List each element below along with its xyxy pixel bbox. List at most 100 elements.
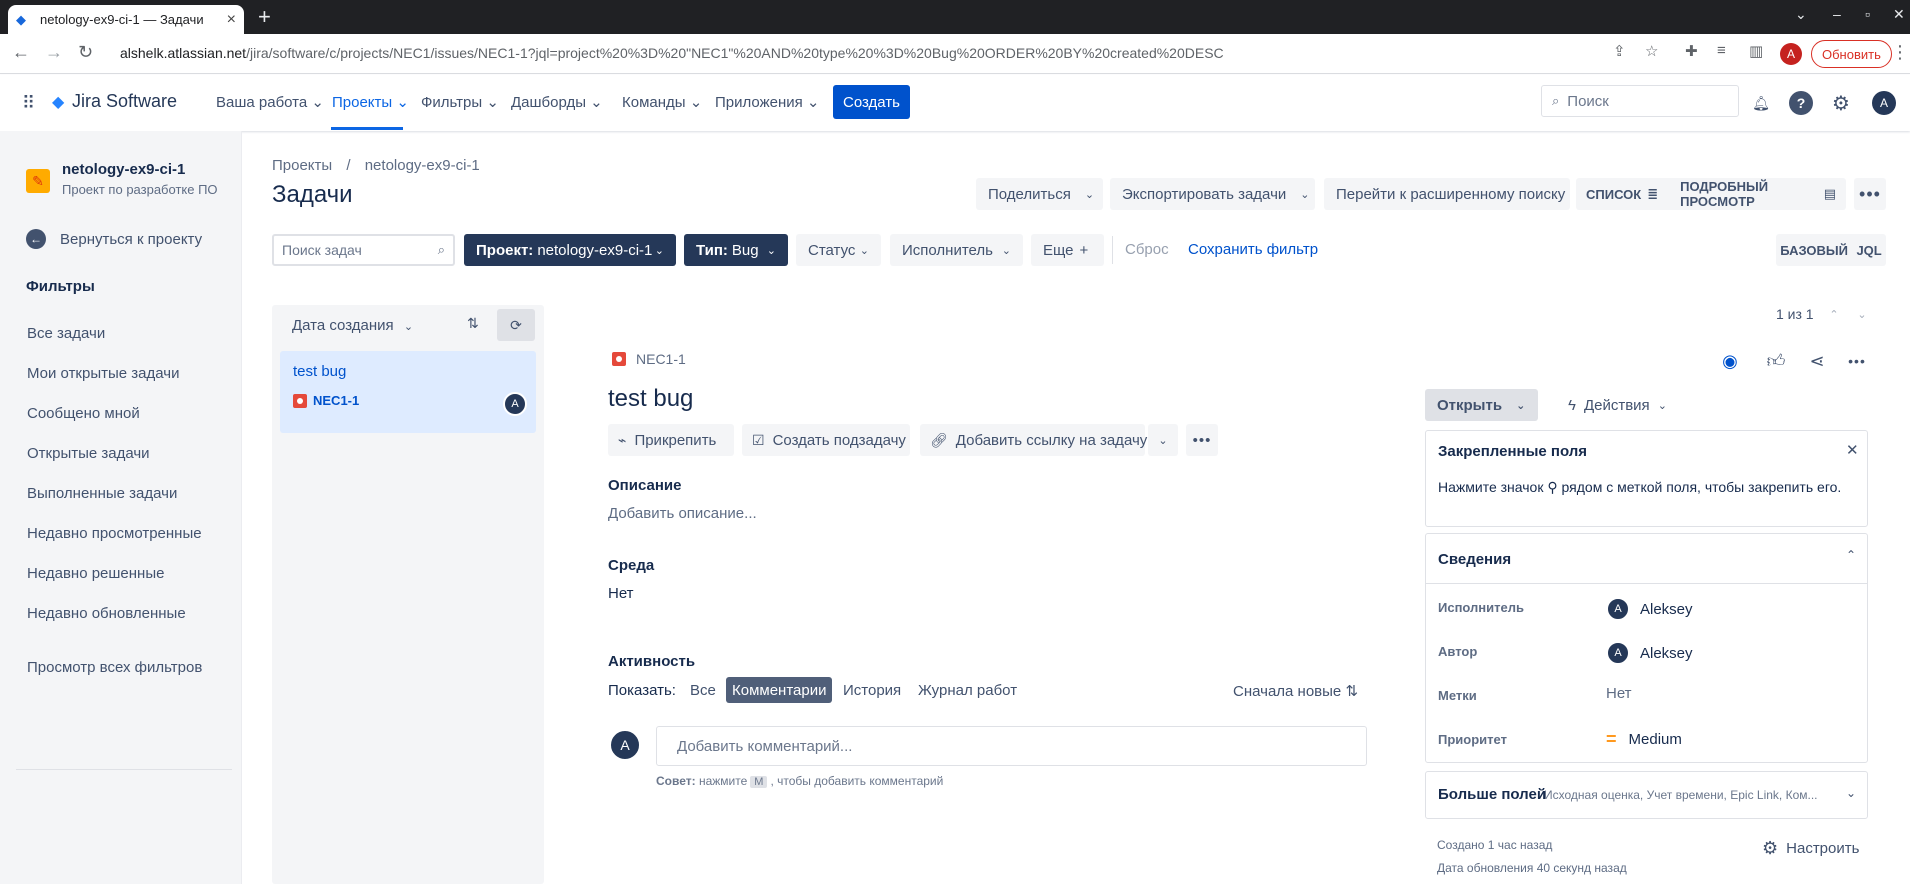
bookmark-star-icon[interactable]: ☆ <box>1645 42 1658 60</box>
more-icon[interactable]: ••• <box>1843 347 1871 375</box>
link-dropdown-button[interactable]: ⌄ <box>1148 424 1178 456</box>
browser-menu-icon[interactable]: ⋮ <box>1891 42 1909 63</box>
maximize-icon[interactable]: ▫ <box>1865 6 1870 22</box>
help-icon[interactable]: ? <box>1789 91 1813 115</box>
type-filter[interactable]: Тип: Bug ⌄ <box>684 234 788 266</box>
close-tab-icon[interactable]: × <box>227 11 236 29</box>
status-button[interactable]: Открыть ⌄ <box>1425 389 1538 421</box>
field-value-reporter[interactable]: A Aleksey <box>1606 641 1693 665</box>
attach-button[interactable]: ⌁ Прикрепить <box>608 424 734 456</box>
nav-teams[interactable]: Команды ⌄ <box>622 93 702 111</box>
back-icon[interactable]: ← <box>12 42 30 63</box>
refresh-button[interactable]: ⟳ <box>497 309 535 341</box>
reload-icon[interactable]: ↻ <box>78 42 93 63</box>
breadcrumb-project[interactable]: netology-ex9-ci-1 <box>365 157 480 174</box>
forward-icon[interactable]: → <box>45 42 63 63</box>
browser-tab[interactable]: ◆ netology-ex9-ci-1 — Задачи × <box>8 5 244 34</box>
status-filter[interactable]: Статус ⌄ <box>796 234 881 266</box>
create-subtask-button[interactable]: ☑ Создать подзадачу <box>742 424 910 456</box>
tab-search-icon[interactable]: ⌄ <box>1795 6 1807 23</box>
sidebar-item-recently-updated[interactable]: Недавно обновленные <box>27 605 186 622</box>
nav-filters[interactable]: Фильтры ⌄ <box>421 93 499 111</box>
chevron-down-icon[interactable]: ⌄ <box>1846 786 1856 800</box>
sidebar-item-recently-resolved[interactable]: Недавно решенные <box>27 565 164 582</box>
pinned-fields-panel: Закрепленные поля ✕ Нажмите значок ⚲ ряд… <box>1425 430 1868 527</box>
sidebar-item-reported-by-me[interactable]: Сообщено мной <box>27 405 140 422</box>
vote-thumb-icon[interactable]: 👍︎ <box>1762 347 1790 375</box>
nav-projects[interactable]: Проекты ⌄ <box>332 93 409 111</box>
sidebar-item-recently-viewed[interactable]: Недавно просмотренные <box>27 525 202 542</box>
export-issues-button[interactable]: Экспортировать задачи ⌄ <box>1110 178 1315 210</box>
activity-tab-all[interactable]: Все <box>684 677 722 703</box>
chevron-up-icon[interactable]: ⌃ <box>1846 548 1856 562</box>
project-filter[interactable]: Проект: netology-ex9-ci-1 ⌄ <box>464 234 676 266</box>
more-filters-button[interactable]: Еще + <box>1031 234 1104 266</box>
notifications-icon[interactable]: 🔔︎ <box>1749 91 1773 115</box>
sidebar-item-done[interactable]: Выполненные задачи <box>27 485 177 502</box>
close-icon[interactable]: ✕ <box>1846 441 1859 459</box>
environment-field[interactable]: Нет <box>608 585 634 602</box>
previous-issue-icon[interactable]: ⌃ <box>1822 302 1846 326</box>
updated-timestamp: Дата обновления 40 секунд назад <box>1437 861 1627 875</box>
new-tab-icon[interactable]: + <box>258 4 271 30</box>
back-to-project-link[interactable]: ← Вернуться к проекту <box>26 229 202 249</box>
issue-title[interactable]: test bug <box>608 385 693 413</box>
share-button[interactable]: Поделиться ⌄ <box>976 178 1103 210</box>
breadcrumb-projects[interactable]: Проекты <box>272 157 332 174</box>
sort-order-icon[interactable]: ⇅ <box>467 315 479 332</box>
update-browser-button[interactable]: Обновить <box>1811 40 1892 68</box>
share-icon[interactable]: ⋖ <box>1803 347 1831 375</box>
close-window-icon[interactable]: ✕ <box>1893 6 1905 23</box>
extensions-icon[interactable]: ✚ <box>1685 42 1698 60</box>
nav-dashboards[interactable]: Дашборды ⌄ <box>511 93 603 111</box>
browser-profile-avatar[interactable]: A <box>1780 43 1802 65</box>
field-value-labels[interactable]: Нет <box>1606 685 1632 702</box>
activity-tab-worklog[interactable]: Журнал работ <box>912 677 1023 703</box>
field-value-assignee[interactable]: A Aleksey <box>1606 597 1693 621</box>
comment-input[interactable]: Добавить комментарий... <box>656 726 1367 766</box>
sidebar-item-my-open[interactable]: Мои открытые задачи <box>27 365 179 382</box>
product-name[interactable]: Jira Software <box>72 91 177 112</box>
add-link-button[interactable]: 🔗︎ Добавить ссылку на задачу <box>920 424 1147 456</box>
activity-tab-comments[interactable]: Комментарии <box>726 677 833 703</box>
settings-gear-icon[interactable]: ⚙ <box>1829 91 1853 115</box>
sort-newest-button[interactable]: Сначала новые ⇅ <box>1233 682 1358 700</box>
save-filter-button[interactable]: Сохранить фильтр <box>1188 241 1318 258</box>
activity-tab-history[interactable]: История <box>837 677 907 703</box>
nav-your-work[interactable]: Ваша работа ⌄ <box>216 93 324 111</box>
more-fields-panel[interactable]: Больше полей Исходная оценка, Учет време… <box>1425 771 1868 819</box>
create-button[interactable]: Создать <box>833 85 910 119</box>
issue-search-input[interactable]: Поиск задач ⌕ <box>272 234 455 266</box>
list-view-button[interactable]: СПИСОК <box>1586 187 1641 202</box>
sidebar-item-all-filters[interactable]: Просмотр всех фильтров <box>27 659 202 676</box>
jql-mode-button[interactable]: JQL <box>1856 243 1881 258</box>
url-field[interactable]: alshelk.atlassian.net/jira/software/c/pr… <box>120 45 1224 61</box>
next-issue-icon[interactable]: ⌄ <box>1850 302 1874 326</box>
basic-mode-button[interactable]: БАЗОВЫЙ <box>1780 243 1848 258</box>
side-panel-icon[interactable]: ▥ <box>1749 42 1763 60</box>
reset-filter-button[interactable]: Сброс <box>1125 241 1169 258</box>
field-value-priority[interactable]: = Medium <box>1606 729 1682 750</box>
media-icon[interactable]: ≡ <box>1717 42 1726 59</box>
watch-eye-icon[interactable]: ◉ <box>1716 347 1744 375</box>
sidebar-item-open[interactable]: Открытые задачи <box>27 445 150 462</box>
minimize-icon[interactable]: – <box>1833 6 1841 22</box>
configure-button[interactable]: ⚙ Настроить <box>1762 838 1859 859</box>
share-page-icon[interactable]: ⇪ <box>1613 42 1626 60</box>
advanced-search-button[interactable]: Перейти к расширенному поиску <box>1324 178 1570 210</box>
sidebar-item-all-issues[interactable]: Все задачи <box>27 325 105 342</box>
profile-avatar[interactable]: A <box>1872 91 1896 115</box>
description-field[interactable]: Добавить описание... <box>608 505 757 522</box>
detail-view-button[interactable]: ПОДРОБНЫЙ ПРОСМОТР <box>1680 179 1818 209</box>
nav-apps[interactable]: Приложения ⌄ <box>715 93 820 111</box>
issue-more-button[interactable]: ••• <box>1186 424 1218 456</box>
more-actions-button[interactable]: ••• <box>1854 178 1886 210</box>
assignee-filter[interactable]: Исполнитель ⌄ <box>890 234 1023 266</box>
sort-by-dropdown[interactable]: Дата создания ⌄ <box>292 317 413 334</box>
app-switcher-icon[interactable]: ⠿ <box>22 93 35 114</box>
global-search-input[interactable]: ⌕ Поиск <box>1541 85 1739 117</box>
issue-key[interactable]: NEC1-1 <box>612 351 686 367</box>
details-heading[interactable]: Сведения <box>1438 551 1511 568</box>
actions-button[interactable]: ϟ Действия ⌄ <box>1560 389 1675 421</box>
list-item[interactable]: test bug NEC1-1 A <box>280 351 536 433</box>
